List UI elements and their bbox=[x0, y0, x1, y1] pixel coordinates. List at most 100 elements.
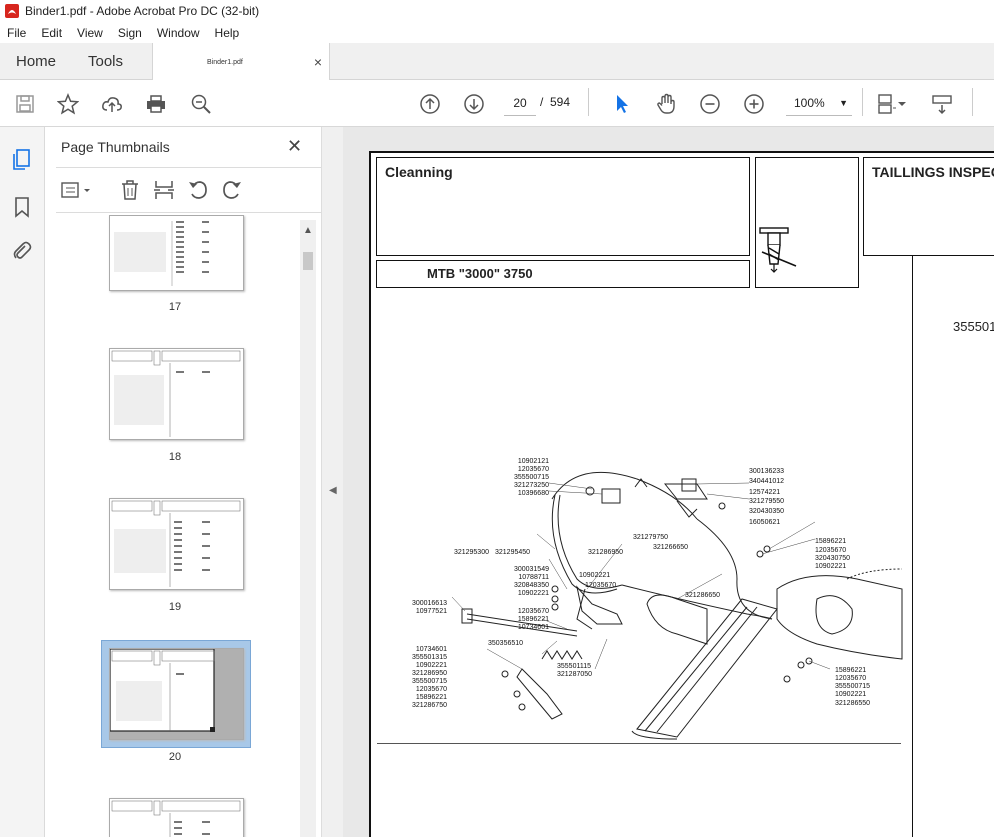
part-label: 10734601 bbox=[518, 624, 549, 631]
next-page-icon[interactable] bbox=[461, 91, 487, 117]
section-title: Cleanning bbox=[385, 164, 453, 180]
thumbnail-page[interactable] bbox=[109, 498, 244, 590]
star-icon[interactable] bbox=[55, 91, 81, 117]
zoom-search-icon[interactable] bbox=[188, 91, 214, 117]
toolbar-divider bbox=[862, 88, 863, 116]
extract-page-icon[interactable] bbox=[152, 178, 176, 202]
thumbnail-preview bbox=[109, 648, 243, 739]
select-cursor-icon[interactable] bbox=[609, 91, 635, 117]
delete-page-icon[interactable] bbox=[118, 178, 142, 202]
part-label: 321295450 bbox=[495, 549, 530, 556]
part-label: 320430350 bbox=[749, 508, 784, 515]
thumbnail-page[interactable] bbox=[109, 348, 244, 440]
hand-tool-icon[interactable] bbox=[653, 91, 679, 117]
thumbnail-page-current[interactable] bbox=[109, 648, 244, 740]
scrollbar-thumb[interactable] bbox=[303, 252, 313, 270]
washer-part bbox=[718, 502, 726, 510]
panel-close-icon[interactable]: ✕ bbox=[287, 136, 302, 157]
arm-part bbox=[516, 668, 563, 720]
part-label: 10902221 bbox=[518, 590, 549, 597]
bracket-part bbox=[461, 608, 473, 624]
save-icon[interactable] bbox=[12, 91, 38, 117]
washer-part bbox=[513, 690, 521, 698]
tab-tools[interactable]: Tools bbox=[88, 43, 123, 80]
spring-part bbox=[541, 650, 583, 660]
part-label: 350356510 bbox=[488, 640, 523, 647]
panel-toolbar bbox=[56, 167, 321, 213]
print-icon[interactable] bbox=[143, 91, 169, 117]
zoom-out-icon[interactable] bbox=[697, 91, 723, 117]
part-label: 12035670 bbox=[835, 675, 866, 682]
part-label: 320848350 bbox=[514, 582, 549, 589]
part-label: 321273250 bbox=[514, 482, 549, 489]
part-label: 12035670 bbox=[815, 547, 846, 554]
cable-line bbox=[551, 471, 698, 520]
zoom-level-value: 100% bbox=[794, 96, 825, 110]
zoom-level-select[interactable]: 100% ▼ bbox=[786, 90, 852, 116]
tab-document[interactable]: Binder1.pdf × bbox=[152, 43, 330, 81]
tab-close-icon[interactable]: × bbox=[314, 54, 322, 70]
part-label: 10396680 bbox=[518, 490, 549, 497]
toolbar-divider bbox=[972, 88, 973, 116]
chevron-down-icon[interactable] bbox=[896, 91, 908, 117]
right-title-box: TAILLINGS INSPECT bbox=[863, 157, 994, 256]
exploded-parts-diagram: 10902121 12035670 355500715 321273250 10… bbox=[412, 458, 903, 740]
menu-edit[interactable]: Edit bbox=[34, 26, 70, 40]
tab-document-label: Binder1.pdf bbox=[207, 58, 243, 66]
attachment-icon[interactable] bbox=[10, 240, 34, 264]
model-box: MTB "3000" 3750 bbox=[376, 260, 750, 288]
zoom-in-icon[interactable] bbox=[741, 91, 767, 117]
upload-cloud-icon[interactable] bbox=[99, 91, 125, 117]
page-number-input[interactable]: 20 bbox=[504, 90, 536, 116]
thumbnail-page[interactable] bbox=[109, 215, 244, 291]
part-label: 15896221 bbox=[518, 616, 549, 623]
acrobat-app-icon bbox=[5, 4, 19, 18]
rotate-right-icon[interactable] bbox=[220, 178, 244, 202]
panel-title: Page Thumbnails bbox=[61, 139, 170, 155]
tab-bar: Home Tools Binder1.pdf × bbox=[0, 43, 994, 81]
scroll-up-icon[interactable]: ▲ bbox=[303, 225, 313, 236]
menu-view[interactable]: View bbox=[70, 26, 111, 40]
thumbnail-scrollbar[interactable]: ▲ bbox=[300, 220, 316, 837]
page-thumbnails-icon[interactable] bbox=[10, 147, 34, 171]
part-label: 10734601 bbox=[416, 646, 447, 653]
cable-line bbox=[621, 584, 773, 620]
housing-part bbox=[815, 595, 853, 635]
part-label: 300016613 bbox=[412, 600, 447, 607]
panel-splitter[interactable]: ◀ bbox=[321, 127, 343, 837]
part-label: 321286750 bbox=[412, 702, 447, 709]
washer-part bbox=[518, 703, 526, 711]
thumbnail-options-icon[interactable] bbox=[60, 178, 94, 202]
part-label: 321287050 bbox=[557, 671, 592, 678]
part-label: 10902221 bbox=[815, 563, 846, 570]
thumbnail-page[interactable] bbox=[109, 798, 244, 837]
part-label: 10902221 bbox=[579, 572, 610, 579]
thumbnail-label: 18 bbox=[168, 451, 182, 463]
collapse-panel-icon[interactable]: ◀ bbox=[329, 485, 337, 496]
tab-home[interactable]: Home bbox=[16, 43, 56, 80]
washer-part bbox=[783, 675, 791, 683]
menu-bar: File Edit View Sign Window Help bbox=[0, 22, 994, 43]
window-title: Binder1.pdf - Adobe Acrobat Pro DC (32-b… bbox=[25, 4, 260, 18]
keyboard-scroll-icon[interactable] bbox=[929, 91, 955, 117]
part-label: 320430750 bbox=[815, 555, 850, 562]
toolbar-divider bbox=[588, 88, 589, 116]
menu-sign[interactable]: Sign bbox=[111, 26, 150, 40]
part-label: 321286650 bbox=[685, 592, 720, 599]
part-label: 321286550 bbox=[835, 700, 870, 707]
rotate-left-icon[interactable] bbox=[186, 178, 210, 202]
bookmark-icon[interactable] bbox=[10, 195, 34, 219]
menu-window[interactable]: Window bbox=[150, 26, 208, 40]
total-pages: 594 bbox=[550, 95, 571, 109]
part-label: 12035670 bbox=[416, 686, 447, 693]
document-view[interactable]: Cleanning MTB "3000" 3750 TAILLINGS INSP… bbox=[343, 127, 994, 837]
model-title: MTB "3000" 3750 bbox=[427, 266, 533, 281]
chute-part bbox=[646, 594, 708, 645]
washer-part bbox=[501, 670, 509, 678]
previous-page-icon[interactable] bbox=[417, 91, 443, 117]
title-bar: Binder1.pdf - Adobe Acrobat Pro DC (32-b… bbox=[0, 0, 994, 22]
menu-help[interactable]: Help bbox=[208, 26, 248, 40]
part-label: 321279750 bbox=[633, 534, 668, 541]
bushing-part bbox=[681, 478, 697, 492]
menu-file[interactable]: File bbox=[0, 26, 34, 40]
